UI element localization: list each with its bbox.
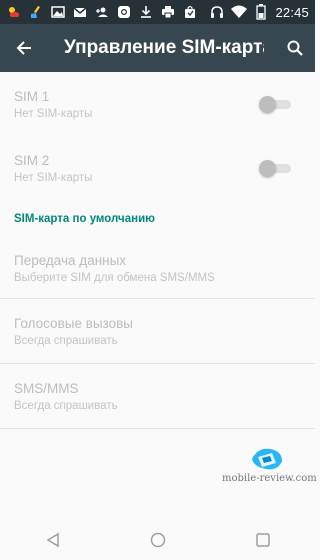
- print-icon: [160, 4, 176, 20]
- add-contact-icon: [94, 4, 110, 20]
- wifi-icon: [231, 4, 248, 20]
- clock: 22:45: [275, 4, 309, 20]
- gmail-icon: [72, 4, 88, 20]
- voice-calls-title: Голосовые вызовы: [14, 315, 133, 331]
- sms-mms-title: SMS/MMS: [14, 380, 79, 396]
- sim2-row[interactable]: SIM 2 Нет SIM-карты: [0, 136, 315, 200]
- divider: [0, 428, 315, 429]
- data-transfer-subtitle: Выберите SIM для обмена SMS/MMS: [14, 271, 215, 284]
- voice-calls-subtitle: Всегда спрашивать: [14, 334, 118, 347]
- notification-icons: [6, 4, 198, 20]
- toggle-thumb: [259, 160, 276, 177]
- arrow-back-icon[interactable]: [0, 24, 48, 72]
- status-bar: 22:45: [0, 0, 315, 24]
- settings-list: SIM 1 Нет SIM-карты SIM 2 Нет SIM-карты …: [0, 72, 315, 429]
- navigation-bar: [0, 520, 315, 560]
- data-transfer-row[interactable]: Передача данных Выберите SIM для обмена …: [0, 238, 315, 298]
- gallery-icon: [50, 4, 66, 20]
- sim2-toggle[interactable]: [259, 158, 293, 178]
- headset-icon: [209, 4, 225, 20]
- battery-icon: [253, 4, 269, 20]
- search-icon[interactable]: [275, 24, 315, 72]
- watermark-logo: [252, 448, 282, 470]
- shopping-bag-icon: [182, 4, 198, 20]
- default-sim-section-header: SIM-карта по умолчанию: [14, 213, 155, 225]
- sms-mms-row[interactable]: SMS/MMS Всегда спрашивать: [0, 364, 315, 428]
- sim1-toggle[interactable]: [259, 94, 293, 114]
- weather-icon: [6, 4, 22, 20]
- download-icon: [138, 4, 154, 20]
- voice-calls-row[interactable]: Голосовые вызовы Всегда спрашивать: [0, 299, 315, 363]
- home-nav-icon[interactable]: [138, 520, 178, 560]
- app-toolbar: Управление SIM-карта: [0, 24, 315, 72]
- broom-icon: [28, 4, 44, 20]
- recents-nav-icon[interactable]: [243, 520, 283, 560]
- toggle-thumb: [259, 96, 276, 113]
- instagram-icon: [116, 4, 132, 20]
- sim1-row[interactable]: SIM 1 Нет SIM-карты: [0, 72, 315, 136]
- sms-mms-subtitle: Всегда спрашивать: [14, 399, 118, 412]
- watermark-text: mobile-review.com: [222, 473, 317, 484]
- data-transfer-title: Передача данных: [14, 252, 127, 268]
- back-nav-icon[interactable]: [33, 520, 73, 560]
- watermark: mobile-review.com: [220, 445, 317, 490]
- system-icons: 22:45: [209, 4, 309, 20]
- page-title: Управление SIM-карта: [64, 37, 264, 58]
